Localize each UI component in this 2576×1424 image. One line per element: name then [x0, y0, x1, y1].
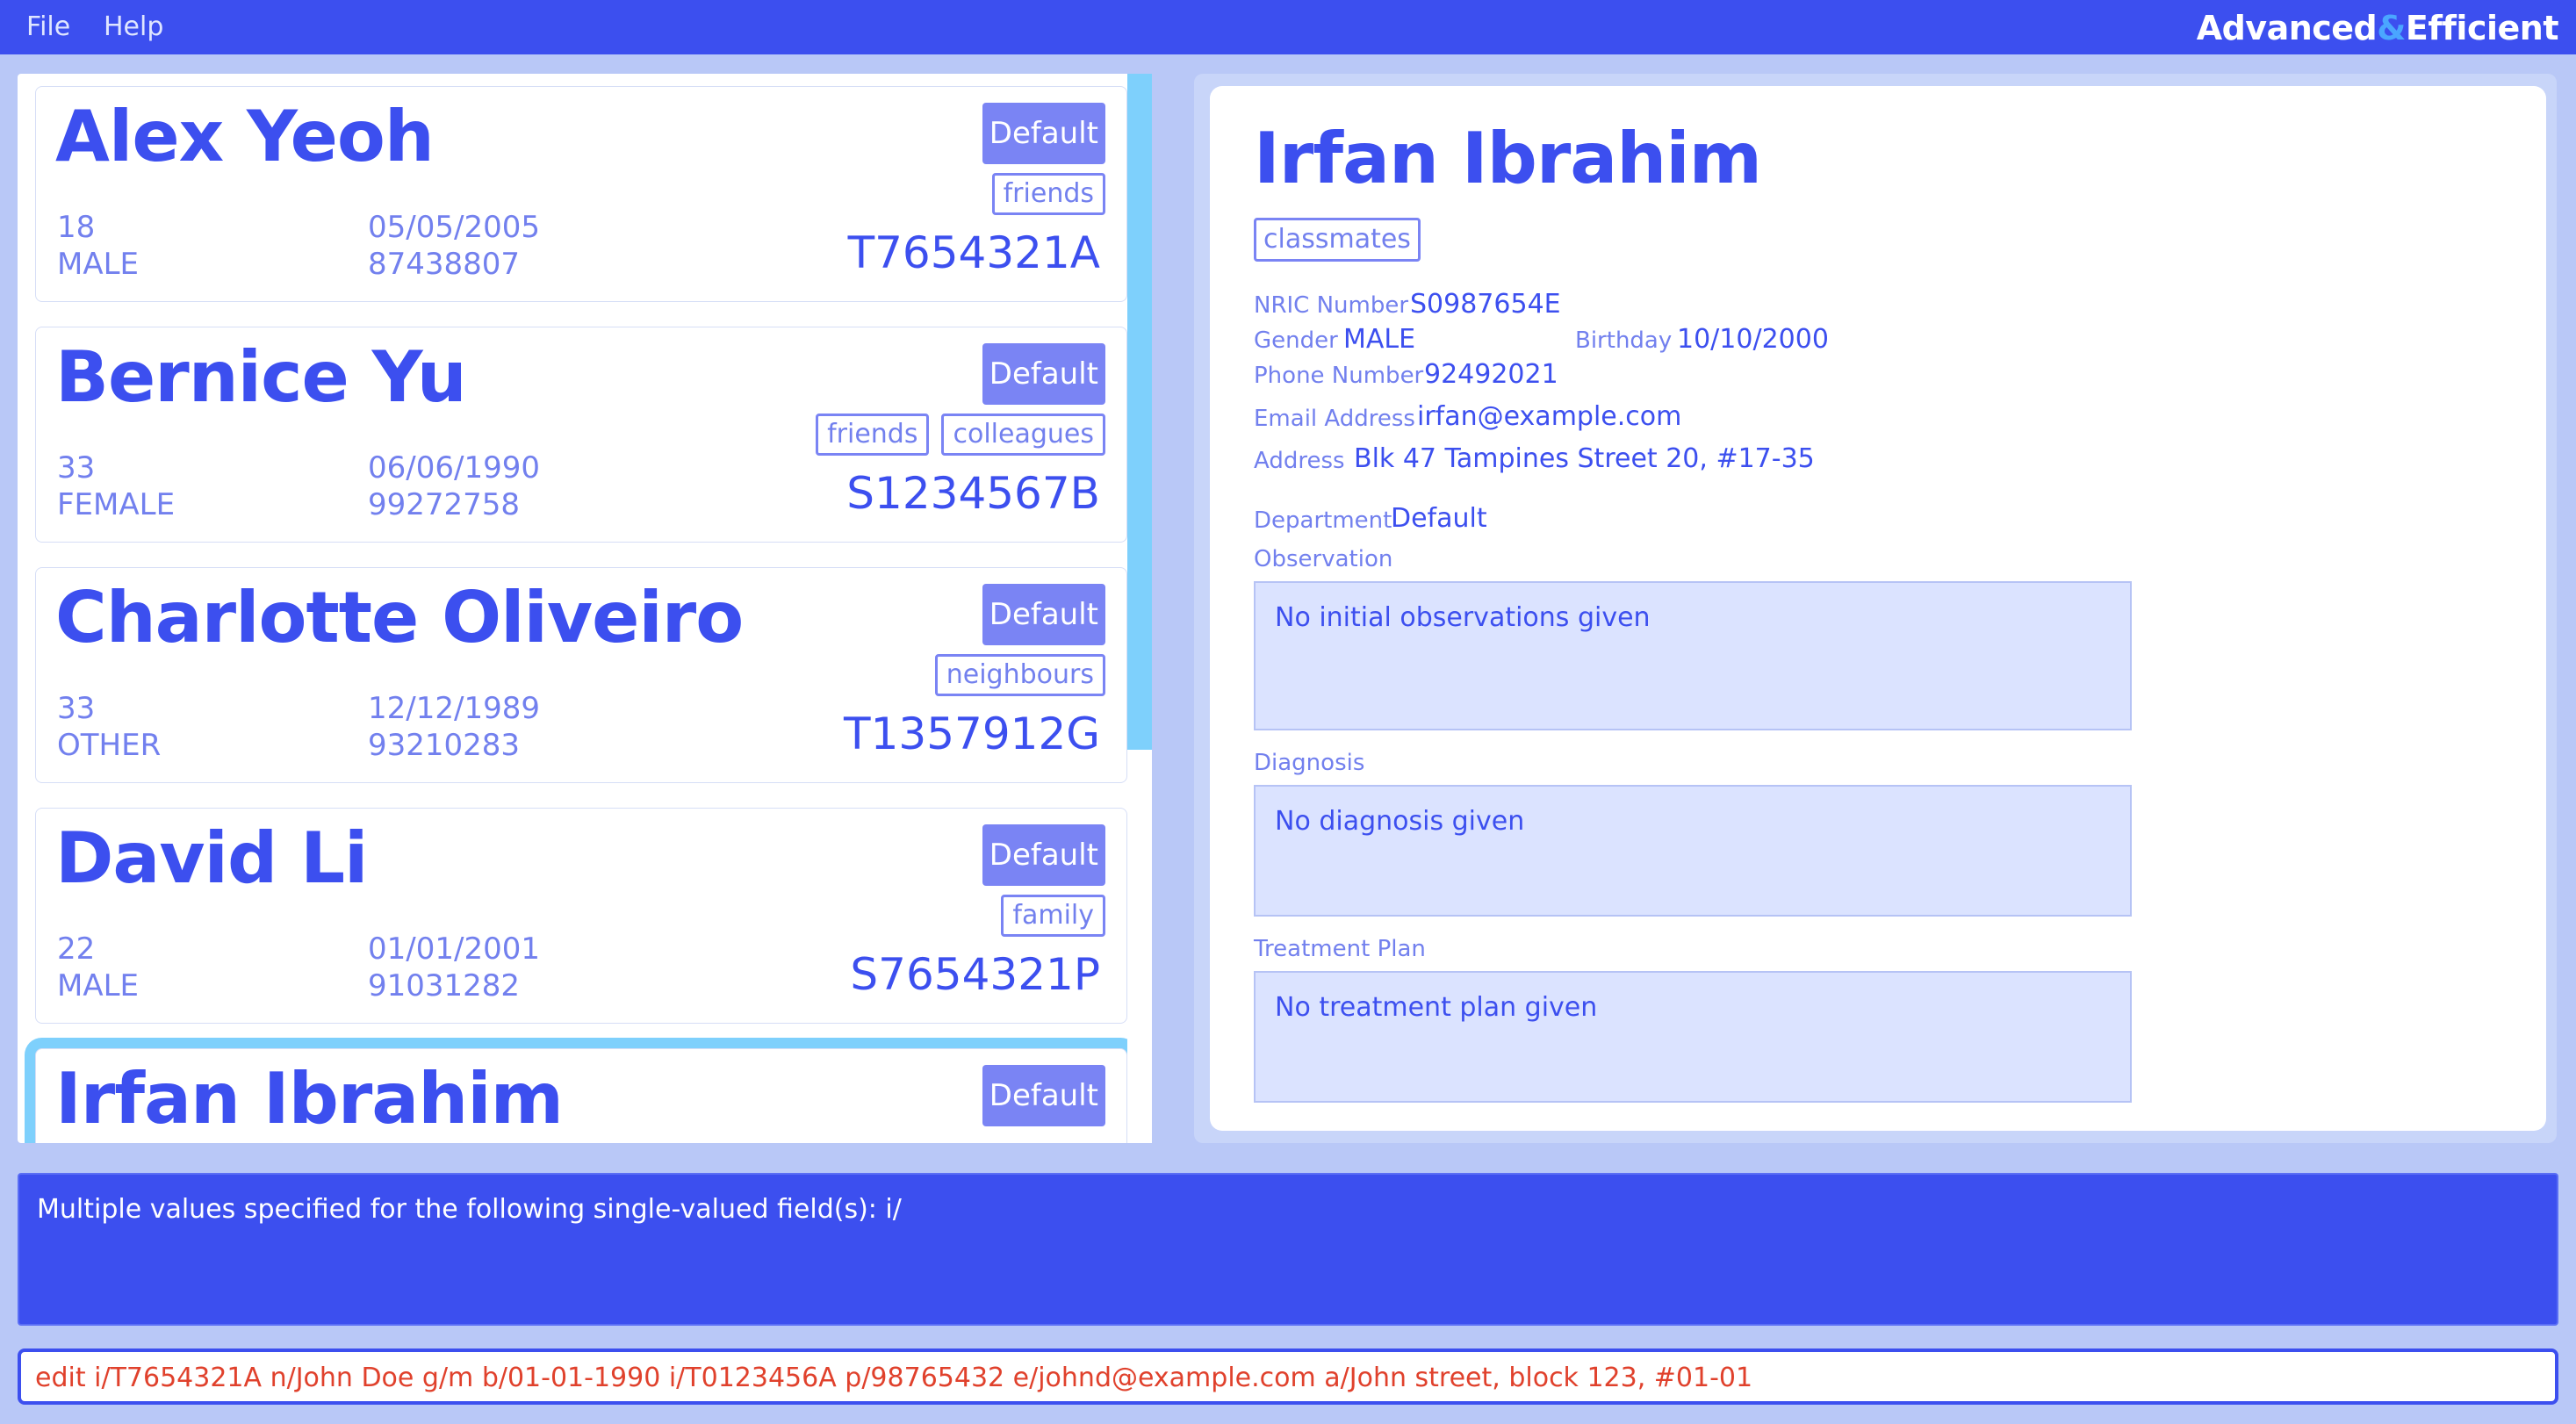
list-scrollbar-thumb[interactable] — [1127, 74, 1152, 750]
department-badge: Default — [982, 584, 1105, 645]
person-age: 18 — [57, 210, 96, 245]
observation-box: No initial observations given — [1254, 581, 2132, 730]
person-card[interactable]: Charlotte Oliveiro Default neighbours 33… — [35, 567, 1127, 783]
person-name: Irfan Ibrahim — [55, 1058, 564, 1140]
phone-label: Phone Number — [1254, 363, 1424, 389]
app-logo: Advanced&Efficient — [2196, 9, 2559, 47]
email-value: irfan@example.com — [1417, 401, 1682, 432]
person-name: Alex Yeoh — [55, 96, 435, 177]
person-birthday: 06/06/1990 — [368, 450, 540, 485]
person-phone: 93210283 — [368, 728, 521, 763]
department-badge: Default — [982, 824, 1105, 886]
person-phone: 99272758 — [368, 487, 521, 522]
person-phone: 87438807 — [368, 247, 521, 282]
person-birthday: 01/01/2001 — [368, 931, 540, 967]
person-nric: S7654321P — [850, 949, 1100, 1000]
diagnosis-label: Diagnosis — [1254, 750, 1365, 776]
department-badge: Default — [982, 343, 1105, 405]
command-box[interactable] — [18, 1348, 2558, 1405]
person-gender: OTHER — [57, 728, 162, 763]
treatment-text: No treatment plan given — [1275, 992, 1598, 1023]
nric-label: NRIC Number — [1254, 292, 1409, 319]
person-card-selected[interactable]: Irfan Ibrahim Default — [35, 1048, 1127, 1143]
person-gender: MALE — [57, 247, 140, 282]
result-message: Multiple values specified for the follow… — [37, 1194, 902, 1225]
person-phone: 91031282 — [368, 968, 521, 1003]
person-gender: MALE — [57, 968, 140, 1003]
person-nric: T1357912G — [844, 708, 1100, 759]
person-age: 22 — [57, 931, 96, 967]
observation-text: No initial observations given — [1275, 602, 1651, 633]
person-name: Charlotte Oliveiro — [55, 577, 744, 658]
birthday-label: Birthday — [1575, 327, 1673, 354]
logo-part-2: Efficient — [2405, 9, 2559, 47]
person-nric: T7654321A — [847, 227, 1100, 278]
treatment-label: Treatment Plan — [1254, 936, 1426, 962]
observation-label: Observation — [1254, 546, 1393, 572]
logo-part-1: Advanced — [2196, 9, 2378, 47]
person-card[interactable]: David Li Default family 22 MALE 01/01/20… — [35, 808, 1127, 1024]
person-age: 33 — [57, 450, 96, 485]
person-card[interactable]: Alex Yeoh Default friends 18 MALE 05/05/… — [35, 86, 1127, 302]
detail-name: Irfan Ibrahim — [1254, 118, 1762, 199]
tag-list: family — [1001, 895, 1105, 937]
menu-file[interactable]: File — [26, 11, 70, 42]
menu-bar: File Help Advanced&Efficient — [0, 0, 2576, 54]
gender-label: Gender — [1254, 327, 1338, 354]
department-badge: Default — [982, 1065, 1105, 1126]
nric-value: S0987654E — [1410, 289, 1561, 320]
person-name: Bernice Yu — [55, 336, 467, 418]
diagnosis-box: No diagnosis given — [1254, 785, 2132, 917]
department-badge: Default — [982, 103, 1105, 164]
treatment-box: No treatment plan given — [1254, 971, 2132, 1103]
tag-list: neighbours — [934, 654, 1105, 696]
menu-help[interactable]: Help — [104, 11, 163, 42]
logo-ampersand: & — [2377, 9, 2406, 47]
tag-list: friends colleagues — [816, 414, 1105, 456]
person-birthday: 05/05/2005 — [368, 210, 540, 245]
person-card[interactable]: Bernice Yu Default friends colleagues 33… — [35, 327, 1127, 543]
department-value: Default — [1391, 503, 1487, 534]
person-gender: FEMALE — [57, 487, 176, 522]
detail-tag: classmates — [1254, 218, 1421, 262]
result-display: Multiple values specified for the follow… — [18, 1173, 2558, 1326]
address-value: Blk 47 Tampines Street 20, #17-35 — [1354, 443, 1815, 474]
tag: family — [1001, 895, 1105, 937]
phone-value: 92492021 — [1424, 359, 1558, 390]
tag: friends — [816, 414, 930, 456]
tag: friends — [991, 173, 1105, 215]
person-birthday: 12/12/1989 — [368, 691, 540, 726]
address-label: Address — [1254, 448, 1345, 474]
person-list[interactable]: Alex Yeoh Default friends 18 MALE 05/05/… — [18, 74, 1152, 1143]
person-nric: S1234567B — [846, 468, 1100, 519]
tag: neighbours — [934, 654, 1105, 696]
status-bar — [0, 1410, 2576, 1424]
diagnosis-text: No diagnosis given — [1275, 806, 1525, 837]
email-label: Email Address — [1254, 406, 1415, 432]
birthday-value: 10/10/2000 — [1677, 324, 1829, 355]
person-name: David Li — [55, 817, 368, 899]
department-label: Department — [1254, 507, 1392, 534]
tag: colleagues — [941, 414, 1105, 456]
gender-value: MALE — [1343, 324, 1416, 355]
person-age: 33 — [57, 691, 96, 726]
tag-list: friends — [991, 173, 1105, 215]
command-input[interactable] — [35, 1356, 2537, 1399]
